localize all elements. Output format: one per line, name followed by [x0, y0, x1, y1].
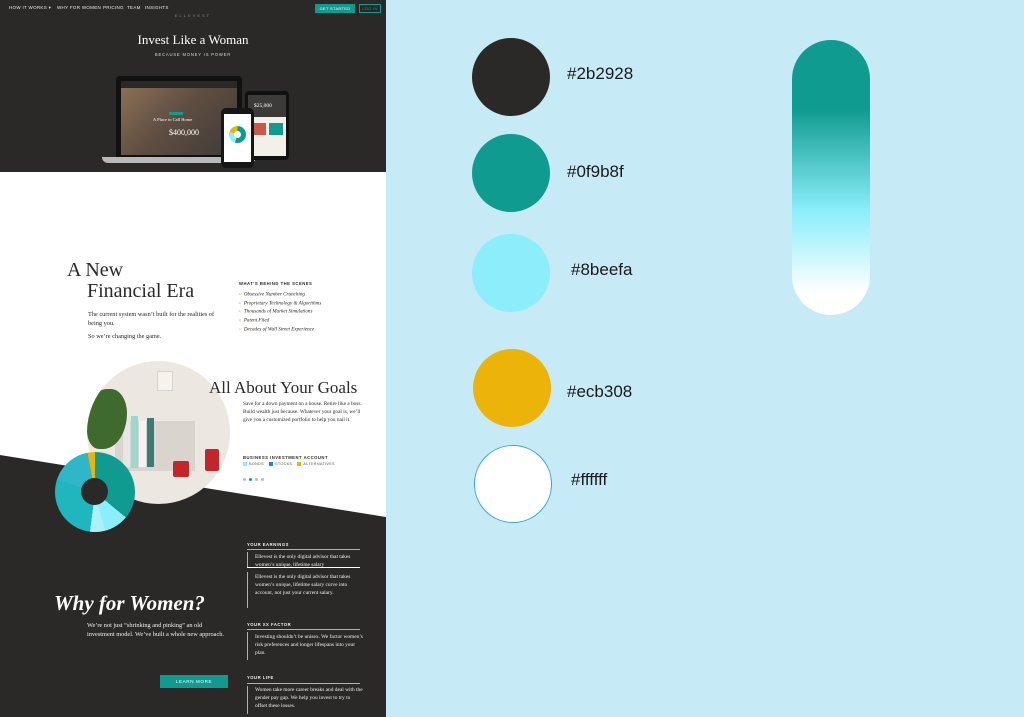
- xx-factor-bar: [247, 632, 248, 660]
- laptop-nav-bar: [121, 81, 237, 88]
- laptop-overlay-text: A Place to Call Home: [153, 117, 193, 122]
- nav-how-it-works[interactable]: HOW IT WORKS ▾: [9, 5, 51, 11]
- phone-donut-chart: [229, 126, 246, 143]
- website-mockup: HOW IT WORKS ▾ WHY FOR WOMEN PRICING TEA…: [0, 0, 386, 717]
- allocation-legend: BONDS STOCKS ALTERNATIVES: [243, 462, 335, 466]
- era-body-2: So we’re changing the game.: [88, 333, 162, 340]
- laptop-amount: $400,000: [169, 128, 199, 137]
- color-swatch-dark: [472, 38, 550, 116]
- legend-swatch: [269, 462, 274, 466]
- phone-device: [221, 108, 254, 168]
- goals-title: All About Your Goals: [209, 378, 358, 397]
- behind-scenes-list: Obsessive Number Crunching Proprietary T…: [239, 290, 322, 334]
- legend-swatch: [243, 462, 247, 466]
- color-swatch-aqua: [472, 234, 550, 312]
- behind-scenes-heading: WHAT’S BEHIND THE SCENES: [239, 281, 313, 286]
- laptop-screen: A Place to Call Home $400,000: [121, 81, 237, 155]
- carousel-dot[interactable]: [261, 478, 264, 481]
- nav-insights[interactable]: INSIGHTS: [145, 5, 169, 10]
- why-body: We’re not just “shrinking and pinking” a…: [87, 622, 224, 639]
- book: [131, 416, 138, 468]
- brand-logo[interactable]: ELLEVEST: [0, 13, 386, 18]
- nav-pricing[interactable]: PRICING: [103, 5, 124, 10]
- color-swatch-teal: [472, 134, 550, 212]
- hex-label: #ecb308: [567, 382, 633, 401]
- why-title: Why for Women?: [54, 591, 205, 615]
- legend-item: ALTERNATIVES: [297, 462, 335, 466]
- era-title-line2: Financial Era: [87, 280, 195, 302]
- color-swatch-yellow: [473, 349, 551, 427]
- era-title-line1: A New: [67, 259, 124, 281]
- hex-label: #ffffff: [571, 470, 608, 489]
- list-item: Thousands of Market Simulations: [239, 307, 321, 316]
- xx-factor-text: Investing shouldn’t be unisex. We factor…: [255, 634, 363, 657]
- hero-subtitle: BECAUSE MONEY IS POWER: [154, 52, 232, 57]
- hero-title: Invest Like a Woman: [137, 32, 249, 47]
- book: [147, 418, 154, 467]
- legend-item: BONDS: [243, 462, 264, 466]
- xx-factor-rule: [247, 629, 360, 630]
- login-button[interactable]: LOG IN: [359, 4, 381, 13]
- legend-label: ALTERNATIVES: [303, 462, 335, 466]
- legend-label: STOCKS: [275, 462, 293, 466]
- legend-label: BONDS: [249, 462, 265, 466]
- list-item: Patent Filed: [239, 316, 321, 325]
- goals-body: Save for a down payment on a house. Reti…: [243, 401, 362, 423]
- xx-factor-heading: YOUR XX FACTOR: [247, 622, 292, 627]
- hex-label: #0f9b8f: [567, 162, 624, 181]
- carousel-dot[interactable]: [255, 478, 258, 481]
- carousel-dot[interactable]: [243, 478, 246, 481]
- phone-screen: [224, 114, 251, 162]
- carousel-dots: [243, 478, 264, 481]
- tablet-card-image: [252, 123, 266, 135]
- learn-more-button[interactable]: LEARN MORE: [160, 675, 228, 688]
- nav-why-for-women[interactable]: WHY FOR WOMEN: [57, 5, 101, 10]
- your-life-heading: YOUR LIFE: [247, 675, 274, 680]
- tablet-card-image: [269, 123, 283, 135]
- tablet-amount: $25,000: [254, 103, 272, 109]
- legend-swatch: [297, 462, 302, 466]
- get-started-button[interactable]: GET STARTED: [315, 4, 355, 13]
- color-swatch-white: [474, 445, 552, 523]
- list-item: Decades of Wall Street Experience: [239, 325, 321, 334]
- hero-section: HOW IT WORKS ▾ WHY FOR WOMEN PRICING TEA…: [0, 0, 386, 172]
- earnings-heading: YOUR EARNINGS: [247, 542, 289, 547]
- carousel-dot-active[interactable]: [249, 478, 252, 481]
- pencil-cup: [173, 461, 189, 477]
- your-life-rule: [247, 683, 360, 684]
- donut-center: [81, 478, 108, 505]
- your-life-text: Women take more career breaks and deal w…: [255, 687, 363, 710]
- earnings-text: Ellevest is the only digital advisor tha…: [255, 574, 351, 597]
- era-body: The current system wasn’t built for the …: [88, 311, 215, 327]
- style-guide-canvas: HOW IT WORKS ▾ WHY FOR WOMEN PRICING TEA…: [0, 0, 1024, 717]
- your-life-bar: [247, 686, 248, 714]
- earnings-bar: [247, 552, 248, 568]
- list-item: Obsessive Number Crunching: [239, 290, 321, 299]
- earnings-separator: [247, 567, 360, 568]
- picture-frame: [157, 371, 173, 391]
- gradient-swatch: [792, 40, 870, 315]
- earnings-rule: [247, 549, 360, 550]
- earnings-bar: [247, 572, 248, 608]
- nav-team[interactable]: TEAM: [127, 5, 141, 10]
- hex-label: #8beefa: [571, 260, 633, 279]
- list-item: Proprietary Technology & Algorithms: [239, 299, 322, 308]
- red-vase: [205, 449, 219, 471]
- book: [139, 421, 146, 467]
- legend-item: STOCKS: [269, 462, 292, 466]
- laptop-cta: [169, 112, 183, 115]
- account-heading: BUSINESS INVESTMENT ACCOUNT: [243, 455, 329, 460]
- hex-label: #2b2928: [567, 64, 634, 83]
